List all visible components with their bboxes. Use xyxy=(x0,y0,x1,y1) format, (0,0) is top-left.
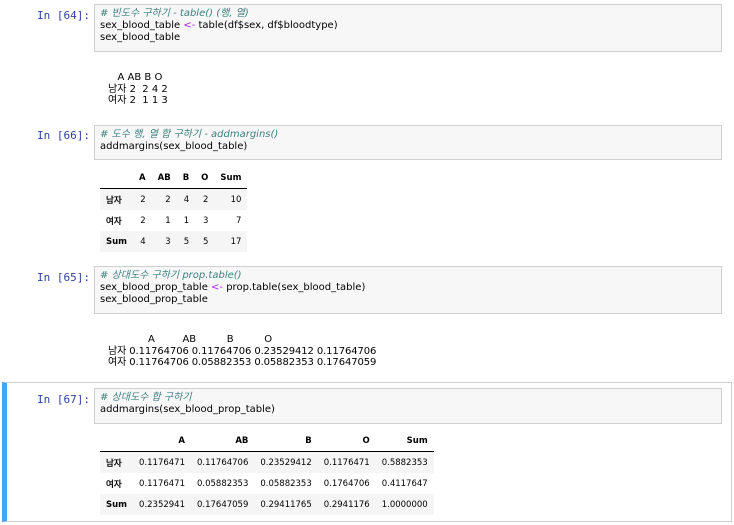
code-text: sex_blood_prop_table xyxy=(100,294,208,305)
table-cell: 17 xyxy=(230,236,242,247)
column-header: Sum xyxy=(214,167,248,189)
code-editor[interactable]: # 상대도수 합 구하기 addmargins(sex_blood_prop_t… xyxy=(94,388,722,424)
table-header-row: A AB B O Sum xyxy=(100,430,434,452)
table-cell: 0.23529412 xyxy=(260,457,312,468)
code-line: sex_blood_table xyxy=(100,32,716,44)
table-header-row: A AB B O Sum xyxy=(100,167,248,189)
column-header: B xyxy=(176,167,196,189)
table-cell: 0.05882353 xyxy=(197,478,249,489)
table-cell: 4 xyxy=(140,236,146,247)
code-editor[interactable]: # 상대도수 구하기 prop.table() sex_blood_prop_t… xyxy=(94,266,722,314)
column-header: AB xyxy=(191,430,255,452)
notebook-cell-66[interactable]: In [66]: # 도수 행, 열 합 구하기 - addmargins() … xyxy=(0,120,734,260)
code-line: # 상대도수 합 구하기 xyxy=(100,392,716,404)
table-cell: 3 xyxy=(202,215,209,226)
code-text: addmargins(sex_blood_prop_table) xyxy=(100,404,275,415)
output-text: A AB B O 남자 0.11764706 0.11764706 0.2352… xyxy=(108,334,377,368)
row-header: 여자 xyxy=(106,216,122,227)
column-header: Sum xyxy=(375,430,434,452)
table-cell: 0.1176471 xyxy=(139,457,185,468)
column-header: A xyxy=(133,167,152,189)
table-cell: 1.0000000 xyxy=(381,499,428,510)
code-line: sex_blood_prop_table <- prop.table(sex_b… xyxy=(100,282,716,294)
code-text: prop.table(sex_blood_table) xyxy=(223,282,366,293)
code-line: # 도수 행, 열 합 구하기 - addmargins() xyxy=(100,129,716,141)
table-cell: 0.4117647 xyxy=(381,478,428,489)
column-header: AB xyxy=(151,167,177,189)
table-row: 여자 0.1176471 0.05882353 0.05882353 0.176… xyxy=(100,473,434,494)
code-line: # 상대도수 구하기 prop.table() xyxy=(100,270,716,282)
code-text: table(df$sex, df$bloodtype) xyxy=(195,20,338,31)
table-cell: 7 xyxy=(236,215,242,226)
table-cell: 0.11764706 xyxy=(197,457,249,468)
output-table: A AB B O Sum 남자 2 2 4 2 10 여자 2 1 1 3 7 … xyxy=(100,167,248,252)
output-table: A AB B O Sum 남자 0.1176471 0.11764706 0.2… xyxy=(100,430,434,515)
code-line: addmargins(sex_blood_prop_table) xyxy=(100,404,716,416)
table-cell: 1 xyxy=(183,215,190,226)
code-line: sex_blood_table <- table(df$sex, df$bloo… xyxy=(100,20,716,32)
input-prompt: In [65]: xyxy=(37,271,90,284)
table-cell: 0.1176471 xyxy=(323,457,370,468)
row-header: 남자 xyxy=(106,458,122,469)
row-header: Sum xyxy=(106,499,128,510)
table-cell: 5 xyxy=(202,236,209,247)
notebook-cell-64[interactable]: In [64]: # 빈도수 구하기 - table() (행, 열) sex_… xyxy=(0,0,734,115)
code-editor[interactable]: # 도수 행, 열 합 구하기 - addmargins() addmargin… xyxy=(94,125,722,160)
notebook-cell-67[interactable]: In [67]: # 상대도수 합 구하기 addmargins(sex_blo… xyxy=(2,382,732,522)
table-cell: 10 xyxy=(230,194,242,205)
code-comment: # 빈도수 구하기 - table() (행, 열) xyxy=(100,8,249,19)
column-header: A xyxy=(133,430,191,452)
code-text: addmargins(sex_blood_table) xyxy=(100,141,248,152)
table-cell: 0.1764706 xyxy=(323,478,370,489)
code-editor[interactable]: # 빈도수 구하기 - table() (행, 열) sex_blood_tab… xyxy=(94,4,722,52)
notebook-cell-65[interactable]: In [65]: # 상대도수 구하기 prop.table() sex_blo… xyxy=(0,262,734,382)
table-row: 여자 2 1 1 3 7 xyxy=(100,210,247,231)
row-header: 여자 xyxy=(106,479,122,490)
assign-operator: <- xyxy=(183,20,196,31)
table-cell: 5 xyxy=(183,236,190,247)
table-cell: 2 xyxy=(202,194,209,205)
table-cell: 2 xyxy=(140,194,146,205)
row-header: Sum xyxy=(106,236,128,247)
code-comment: # 상대도수 합 구하기 xyxy=(100,392,192,403)
table-row: Sum 4 3 5 5 17 xyxy=(100,231,248,252)
table-cell: 0.1176471 xyxy=(139,478,185,489)
column-header xyxy=(100,430,134,452)
table-cell: 3 xyxy=(165,236,171,247)
table-row: 남자 2 2 4 2 10 xyxy=(100,188,248,210)
column-header: B xyxy=(254,430,318,452)
table-cell: 2 xyxy=(165,194,171,205)
table-row: 남자 0.1176471 0.11764706 0.23529412 0.117… xyxy=(100,451,434,473)
row-header: 남자 xyxy=(106,195,122,206)
table-cell: 1 xyxy=(165,215,171,226)
input-prompt: In [67]: xyxy=(37,393,90,406)
assign-operator: <- xyxy=(211,282,224,293)
table-row: Sum 0.2352941 0.17647059 0.29411765 0.29… xyxy=(100,494,434,515)
code-line: sex_blood_prop_table xyxy=(100,294,716,306)
column-header xyxy=(100,167,134,189)
code-comment: # 상대도수 구하기 prop.table() xyxy=(100,270,242,281)
code-line: # 빈도수 구하기 - table() (행, 열) xyxy=(100,8,716,20)
input-prompt: In [64]: xyxy=(37,9,90,22)
column-header: O xyxy=(195,167,215,189)
table-cell: 0.2352941 xyxy=(139,499,185,510)
code-text: sex_blood_table xyxy=(100,20,184,31)
input-prompt: In [66]: xyxy=(37,129,90,142)
column-header: O xyxy=(317,430,376,452)
code-line: addmargins(sex_blood_table) xyxy=(100,141,716,153)
code-text: sex_blood_prop_table xyxy=(100,282,212,293)
output-text: A AB B O 남자 2 2 4 2 여자 2 1 1 3 xyxy=(108,72,168,106)
table-cell: 0.17647059 xyxy=(197,499,249,510)
code-text: sex_blood_table xyxy=(100,32,181,43)
table-cell: 0.2941176 xyxy=(323,499,370,510)
table-cell: 4 xyxy=(183,194,190,205)
table-cell: 2 xyxy=(140,215,146,226)
table-cell: 0.29411765 xyxy=(260,499,312,510)
code-comment: # 도수 행, 열 합 구하기 - addmargins() xyxy=(100,129,279,140)
table-cell: 0.05882353 xyxy=(260,478,312,489)
table-cell: 0.5882353 xyxy=(381,457,428,468)
